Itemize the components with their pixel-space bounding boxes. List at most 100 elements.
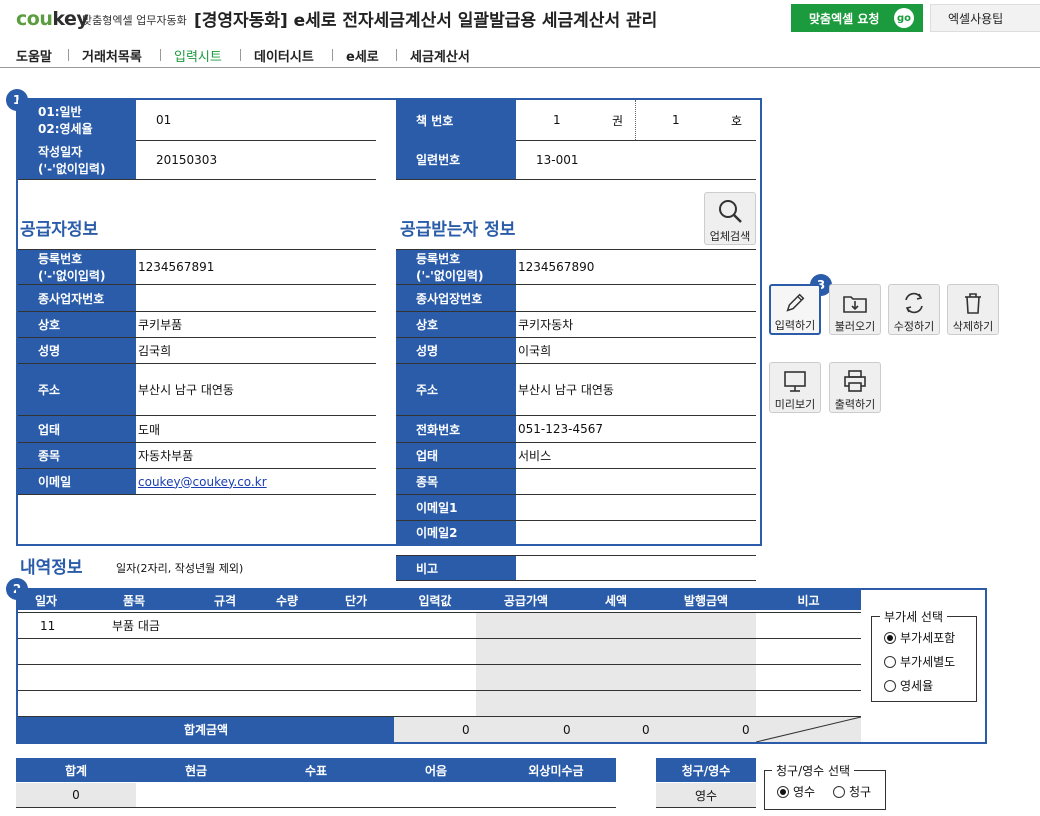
input-button[interactable]: 입력하기	[769, 284, 821, 335]
book-number-value[interactable]: 1	[672, 100, 680, 140]
diagonal-line	[756, 717, 861, 742]
col-input-value: 입력값	[418, 593, 452, 608]
col-spec: 규격	[213, 593, 237, 608]
serial-number-label: 일련번호	[396, 140, 516, 179]
edit-button[interactable]: 수정하기	[888, 284, 940, 335]
buyer-reg-label-line1: 등록번호	[416, 252, 461, 266]
logo-part1: cou	[16, 8, 53, 30]
type-label-line1: 01:일반	[38, 105, 82, 119]
buyer-reg-value[interactable]: 1234567890	[518, 250, 594, 284]
supplier-company-label: 상호	[18, 312, 136, 337]
book-volume-value[interactable]: 1	[553, 100, 561, 140]
claim-value: 영수	[656, 783, 756, 807]
edit-button-label: 수정하기	[893, 320, 935, 333]
note-label: 비고	[396, 556, 516, 580]
supplier-item-value[interactable]: 자동차부품	[138, 443, 193, 468]
row1-day[interactable]: 11	[40, 613, 55, 638]
print-button[interactable]: 출력하기	[829, 362, 881, 413]
buyer-company-label: 상호	[396, 312, 516, 337]
details-hint: 일자(2자리, 작성년월 제외)	[116, 562, 244, 575]
supplier-subbiz-label: 종사업자번호	[18, 285, 136, 311]
col-supply-amount: 공급가액	[503, 593, 549, 608]
divider	[656, 807, 756, 808]
logo-subtitle: 맞춤형엑셀 업무자동화	[82, 14, 187, 27]
col-qty: 수량	[275, 593, 299, 608]
company-search-label: 업체검색	[709, 230, 751, 243]
delete-button[interactable]: 삭제하기	[947, 284, 999, 335]
excel-tips-button[interactable]: 엑셀사용팁	[930, 4, 1040, 32]
supplier-reg-label-line2: ('-'없이입력)	[38, 269, 106, 283]
type-label: 01:일반 02:영세율	[18, 100, 136, 140]
claim-option-claim[interactable]: 청구	[833, 783, 871, 800]
total-note: 0	[742, 722, 750, 737]
divider	[18, 664, 861, 665]
supplier-email-value[interactable]: coukey@coukey.co.kr	[138, 469, 267, 494]
menu-tax-invoice[interactable]: 세금계산서	[410, 46, 470, 65]
radio-checked-icon	[777, 785, 789, 798]
menu-bar: 도움말 거래처목록 입력시트 데이터시트 e세로 세금계산서	[0, 38, 1040, 68]
supplier-reg-label-line1: 등록번호	[38, 252, 83, 266]
date-value[interactable]: 20150303	[156, 140, 217, 179]
delete-button-label: 삭제하기	[952, 320, 994, 333]
menu-separator	[68, 49, 69, 61]
type-value[interactable]: 01	[156, 100, 171, 140]
col-day: 일자	[34, 593, 58, 608]
buyer-biztype-value[interactable]: 서비스	[518, 443, 551, 468]
vat-option-excluded-label: 부가세별도	[900, 655, 956, 669]
buyer-email1-label: 이메일1	[396, 495, 516, 520]
menu-separator	[240, 49, 241, 61]
book-volume-unit: 권	[612, 113, 624, 128]
preview-button-label: 미리보기	[774, 398, 816, 411]
claim-legend: 청구/영수 선택	[772, 762, 855, 779]
col-item: 품목	[122, 593, 146, 608]
preview-button[interactable]: 미리보기	[769, 362, 821, 413]
magnifier-icon	[719, 200, 742, 223]
divider	[635, 100, 636, 140]
buyer-item-label: 종목	[396, 469, 516, 494]
serial-number-value[interactable]: 13-001	[536, 140, 579, 179]
menu-client-list[interactable]: 거래처목록	[82, 46, 142, 65]
buyer-company-value[interactable]: 쿠키자동차	[518, 312, 573, 337]
company-search-button[interactable]: 업체검색	[704, 192, 756, 245]
col-unit-price: 단가	[344, 593, 368, 608]
date-label-line2: ('-'없이입력)	[38, 161, 106, 176]
vat-option-included[interactable]: 부가세포함	[884, 629, 955, 646]
details-section-title: 내역정보	[20, 558, 83, 578]
col-note: 비고	[797, 593, 820, 608]
menu-esero[interactable]: e세로	[346, 46, 379, 65]
divider	[18, 179, 376, 180]
supplier-address-value[interactable]: 부산시 남구 대연동	[138, 364, 234, 415]
col-issue-amount: 발행금액	[683, 593, 729, 608]
load-button[interactable]: 불러오기	[829, 284, 881, 335]
buyer-address-value[interactable]: 부산시 남구 대연동	[518, 364, 614, 415]
supplier-email-link[interactable]: coukey@coukey.co.kr	[138, 475, 267, 489]
buyer-subbiz-label: 종사업장번호	[396, 285, 516, 311]
divider	[136, 807, 616, 808]
vat-option-excluded[interactable]: 부가세별도	[884, 653, 955, 670]
buyer-name-value[interactable]: 이국희	[518, 338, 551, 363]
vat-option-zero-rate[interactable]: 영세율	[884, 677, 933, 694]
menu-data-sheet[interactable]: 데이터시트	[254, 46, 314, 65]
buyer-email2-label: 이메일2	[396, 521, 516, 544]
logo: coukey	[16, 8, 89, 30]
row1-item[interactable]: 부품 대금	[112, 613, 160, 638]
buyer-biztype-label: 업태	[396, 443, 516, 468]
buyer-phone-value[interactable]: 051-123-4567	[518, 416, 603, 442]
supplier-name-value[interactable]: 김국희	[138, 338, 171, 363]
menu-help[interactable]: 도움말	[16, 46, 52, 65]
claim-option-receipt-label: 영수	[793, 785, 816, 799]
total-supply: 0	[462, 722, 470, 737]
claim-option-receipt[interactable]: 영수	[777, 783, 815, 800]
menu-input-sheet[interactable]: 입력시트	[174, 46, 222, 65]
refresh-icon	[905, 292, 923, 314]
supplier-biztype-value[interactable]: 도매	[138, 416, 160, 442]
buyer-phone-label: 전화번호	[396, 416, 516, 442]
custom-excel-request-button[interactable]: 맞춤엑셀 요청 go	[791, 4, 923, 32]
supplier-reg-value[interactable]: 1234567891	[138, 250, 214, 284]
supplier-section-title: 공급자정보	[20, 220, 99, 240]
trash-icon	[965, 293, 981, 314]
divider	[396, 179, 756, 180]
go-badge: go	[894, 8, 914, 28]
supplier-company-value[interactable]: 쿠키부품	[138, 312, 182, 337]
supplier-email-label: 이메일	[18, 469, 136, 494]
